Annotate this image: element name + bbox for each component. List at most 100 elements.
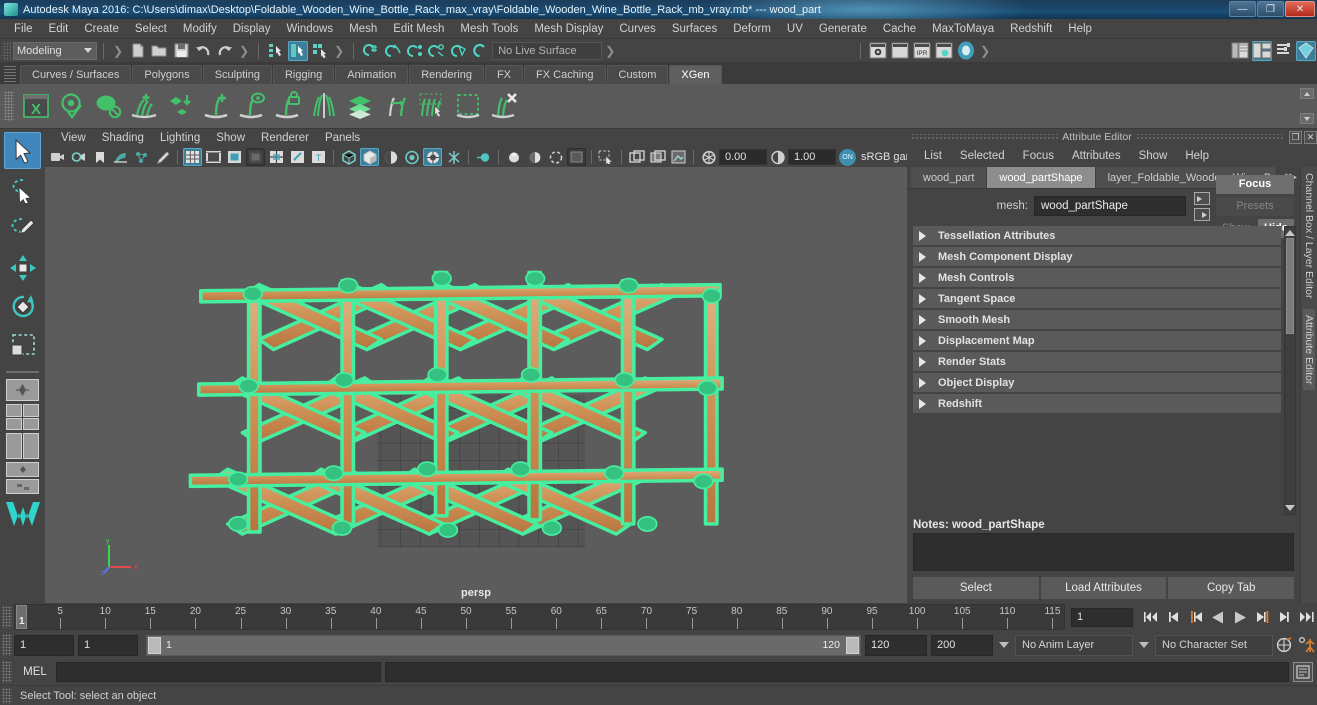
exposure-field[interactable]: 0.00 [719,149,767,165]
section-tessellation-attributes[interactable]: Tessellation Attributes [913,226,1281,245]
select-by-hierarchy-icon[interactable] [266,41,286,61]
range-start-time-field[interactable]: 1 [78,634,138,656]
scale-tool[interactable] [4,327,41,364]
menu-redshift[interactable]: Redshift [1002,19,1060,39]
menu-maxtomaya[interactable]: MaxToMaya [924,19,1002,39]
menu-modify[interactable]: Modify [175,19,225,39]
select-tool[interactable] [4,132,41,169]
shelf-gripper[interactable] [4,91,14,121]
menu-edit[interactable]: Edit [41,19,77,39]
select-by-component-type-icon[interactable] [310,41,330,61]
exposure-icon[interactable] [699,148,718,166]
shelf-tab-curves-surfaces[interactable]: Curves / Surfaces [20,65,132,84]
snap-to-projected-center-icon[interactable] [427,41,447,61]
shelf-tab-polygons[interactable]: Polygons [132,65,202,84]
snap-to-grid-icon[interactable] [361,41,381,61]
previous-node-icon[interactable] [1194,191,1210,205]
menu-select[interactable]: Select [127,19,175,39]
animation-end-time-field[interactable]: 200 [931,634,993,656]
animation-preferences-icon[interactable] [1296,635,1316,655]
snap-to-curve-icon[interactable] [383,41,403,61]
smooth-shade-all-icon[interactable] [360,148,379,166]
shade-and-wireframe-icon[interactable] [381,148,400,166]
lasso-select-tool[interactable] [4,171,41,208]
viewport-realtime-icon[interactable] [525,148,544,166]
gate-mask-icon[interactable] [246,148,265,166]
shelf-tab-xgen[interactable]: XGen [669,65,722,84]
character-set-selector[interactable]: No Character Set [1155,634,1273,656]
ae-menu-list[interactable]: List [915,150,951,162]
grease-pencil-icon[interactable] [153,148,172,166]
go-to-end-icon[interactable] [1296,607,1316,627]
ae-menu-attributes[interactable]: Attributes [1063,150,1130,162]
animation-start-time-field[interactable]: 1 [14,634,74,656]
copy-tab-button[interactable]: Copy Tab [1168,577,1295,599]
minimize-button[interactable]: — [1229,1,1256,17]
menu-set-selector[interactable]: Modeling [13,41,97,60]
xgen-move-guide-icon[interactable] [379,89,413,123]
menu-surfaces[interactable]: Surfaces [664,19,725,39]
xgen-add-description-icon[interactable] [127,89,161,123]
select-button[interactable]: Select [913,577,1039,599]
rotate-tool[interactable] [4,288,41,325]
render-settings-icon[interactable] [934,41,954,61]
range-end-handle[interactable] [846,636,859,654]
restore-button[interactable]: ❐ [1257,1,1284,17]
undock-panel-icon[interactable]: ❐ [1289,130,1303,144]
shelf-tab-fx[interactable]: FX [484,65,524,84]
menu-windows[interactable]: Windows [278,19,341,39]
paint-select-tool[interactable] [4,210,41,247]
xgen-disable-preview-icon[interactable] [91,89,125,123]
viewport-menu-show[interactable]: Show [208,132,253,144]
isolate-select-icon[interactable] [546,148,565,166]
four-view-layout-button[interactable] [6,404,39,430]
ae-menu-focus[interactable]: Focus [1014,150,1063,162]
command-input-field[interactable] [56,662,381,682]
redo-icon[interactable] [215,41,235,61]
redo-previous-render-icon[interactable] [890,41,910,61]
xgen-delete-guide-icon[interactable] [487,89,521,123]
gpu-cache-icon[interactable] [669,148,688,166]
section-mesh-component-display[interactable]: Mesh Component Display [913,247,1281,266]
range-slider-bar[interactable]: 1 120 [146,634,861,656]
status-line-gripper[interactable] [2,40,11,61]
gamma-field[interactable]: 1.00 [788,149,836,165]
close-button[interactable]: ✕ [1285,1,1315,17]
shelf-tab-rendering[interactable]: Rendering [409,65,484,84]
scroll-up-icon[interactable] [1285,229,1295,236]
scroll-down-icon[interactable] [1285,505,1295,512]
channel-box-layer-editor-strip[interactable]: Channel Box / Layer Editor Attribute Edi… [1300,167,1317,603]
motion-blur-icon[interactable] [474,148,493,166]
xray-toggle-icon[interactable] [267,148,286,166]
xgen-add-guide-icon[interactable] [199,89,233,123]
ae-tab-wood-part[interactable]: wood_part [911,167,988,188]
script-language-label[interactable]: MEL [14,666,56,678]
shelf-tab-custom[interactable]: Custom [606,65,669,84]
step-forward-frame-icon[interactable] [1252,607,1272,627]
step-forward-keyframe-icon[interactable] [1274,607,1294,627]
section-mesh-controls[interactable]: Mesh Controls [913,268,1281,287]
bookmark-icon[interactable] [90,148,109,166]
ae-menu-show[interactable]: Show [1130,150,1177,162]
command-line-gripper[interactable] [2,661,12,683]
use-default-lighting-icon[interactable] [402,148,421,166]
select-camera-icon[interactable] [48,148,67,166]
shadows-toggle-icon[interactable] [423,148,442,166]
next-node-icon[interactable] [1194,207,1210,221]
shelf-tab-gripper[interactable] [4,66,16,82]
xgen-lock-guide-icon[interactable] [271,89,305,123]
open-scene-icon[interactable] [149,41,169,61]
attribute-sections-scrollbar[interactable] [1284,226,1296,515]
xgen-clear-area-icon[interactable] [451,89,485,123]
render-current-frame-icon[interactable] [868,41,888,61]
step-back-frame-icon[interactable] [1186,607,1206,627]
go-to-start-icon[interactable] [1142,607,1162,627]
grid-toggle-icon[interactable] [183,148,202,166]
node-name-field[interactable]: wood_partShape [1034,196,1186,216]
gamma-icon[interactable] [768,148,787,166]
viewport-menu-panels[interactable]: Panels [317,132,368,144]
xgen-layers-icon[interactable] [343,89,377,123]
move-tool[interactable] [4,249,41,286]
focus-button[interactable]: Focus [1216,174,1294,194]
anim-layer-selector[interactable]: No Anim Layer [1015,634,1133,656]
